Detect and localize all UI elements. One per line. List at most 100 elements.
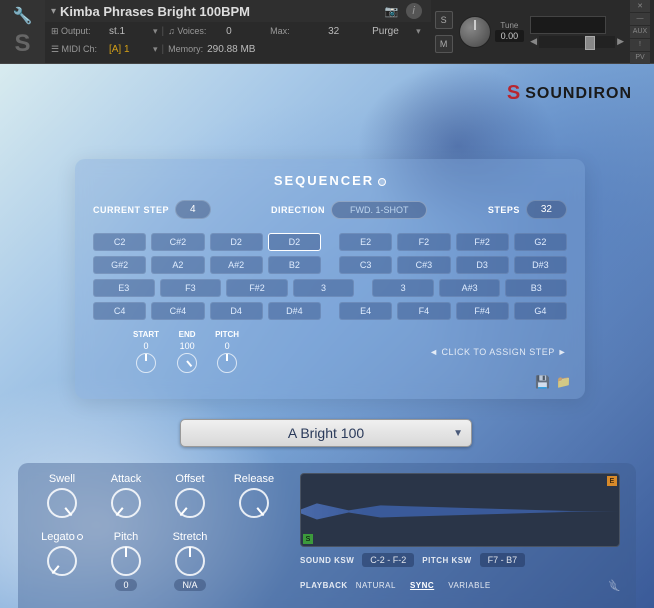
step-cell[interactable]: 3 bbox=[372, 279, 434, 297]
dropdown-arrow-icon[interactable]: ▾ bbox=[153, 44, 158, 55]
perf-pitch-label: Pitch bbox=[114, 531, 138, 543]
perf-pitch-knob[interactable] bbox=[111, 546, 141, 576]
step-cell[interactable]: C2 bbox=[93, 233, 146, 251]
snapshot-camera-icon[interactable]: 📷 bbox=[384, 3, 400, 19]
exclamation-button[interactable]: ! bbox=[630, 39, 650, 51]
step-cell[interactable]: G4 bbox=[514, 302, 567, 320]
waveform-start-marker[interactable]: S bbox=[303, 534, 313, 544]
step-cell[interactable]: B2 bbox=[268, 256, 321, 274]
midi-channel-label: ☰ MIDI Ch: bbox=[51, 44, 105, 55]
waveform-end-marker[interactable]: E bbox=[607, 476, 617, 486]
current-step-label: CURRENT STEP bbox=[93, 205, 169, 215]
max-voices-value[interactable]: 32 bbox=[328, 26, 368, 37]
waveform-display[interactable]: S E bbox=[300, 473, 620, 547]
waveform-shape bbox=[301, 501, 619, 521]
assign-step-hint[interactable]: ◄ CLICK TO ASSIGN STEP ► bbox=[429, 347, 567, 357]
load-preset-icon[interactable]: 📁 bbox=[556, 375, 571, 389]
start-label: START bbox=[133, 330, 159, 339]
swell-knob[interactable] bbox=[47, 488, 77, 518]
sound-ksw-value[interactable]: C-2 - F-2 bbox=[362, 553, 414, 567]
step-cell[interactable]: D2 bbox=[210, 233, 263, 251]
step-cell[interactable]: G#2 bbox=[93, 256, 146, 274]
playback-option-natural[interactable]: NATURAL bbox=[356, 581, 396, 590]
step-grid: C2 C#2 D2 D2 E2 F2 F#2 G2 G#2 A2 A#2 B2 C3 C#3 D3 D#3 E3… bbox=[93, 233, 567, 320]
aux-button[interactable]: AUX bbox=[630, 26, 650, 38]
step-cell[interactable]: D4 bbox=[210, 302, 263, 320]
step-cell[interactable]: A2 bbox=[151, 256, 204, 274]
step-cell[interactable]: A#3 bbox=[439, 279, 501, 297]
step-cell[interactable]: F4 bbox=[397, 302, 450, 320]
purge-label[interactable]: Purge bbox=[372, 26, 412, 37]
end-knob[interactable] bbox=[177, 353, 197, 373]
step-cell[interactable]: F3 bbox=[160, 279, 222, 297]
playback-option-sync[interactable]: SYNC bbox=[410, 581, 434, 590]
quill-icon[interactable]: 𓆰 bbox=[609, 573, 620, 597]
volume-slider[interactable] bbox=[539, 36, 615, 48]
mute-button[interactable]: M bbox=[435, 35, 453, 53]
release-knob[interactable] bbox=[239, 488, 269, 518]
direction-selector[interactable]: FWD. 1-SHOT bbox=[331, 201, 428, 219]
minimize-button[interactable]: — bbox=[630, 13, 650, 25]
step-cell[interactable]: C#4 bbox=[151, 302, 204, 320]
step-cell[interactable]: B3 bbox=[505, 279, 567, 297]
collapse-arrow-icon[interactable]: ▾ bbox=[51, 6, 56, 17]
step-cell[interactable]: A#2 bbox=[210, 256, 263, 274]
preset-dropdown[interactable]: A Bright 100 ▼ bbox=[180, 419, 472, 447]
step-cell[interactable]: F#2 bbox=[226, 279, 288, 297]
step-cell[interactable]: C#2 bbox=[151, 233, 204, 251]
step-cell[interactable]: 3 bbox=[293, 279, 355, 297]
pitch-knob[interactable] bbox=[217, 353, 237, 373]
step-cell[interactable]: C#3 bbox=[397, 256, 450, 274]
step-cell[interactable]: F#2 bbox=[456, 233, 509, 251]
step-cell[interactable]: F#4 bbox=[456, 302, 509, 320]
dropdown-arrow-icon[interactable]: ▾ bbox=[416, 26, 421, 37]
offset-knob[interactable] bbox=[175, 488, 205, 518]
step-cell[interactable]: F2 bbox=[397, 233, 450, 251]
performance-panel: Swell Attack Offset Release Legato Pitch bbox=[18, 463, 636, 608]
end-label: END bbox=[179, 330, 196, 339]
close-button[interactable]: ✕ bbox=[630, 0, 650, 12]
playback-option-variable[interactable]: VARIABLE bbox=[448, 581, 491, 590]
memory-value: 290.88 MB bbox=[207, 44, 255, 55]
solo-button[interactable]: S bbox=[435, 11, 453, 29]
stretch-value: N/A bbox=[174, 579, 205, 591]
step-cell[interactable]: D#3 bbox=[514, 256, 567, 274]
pv-button[interactable]: PV bbox=[630, 52, 650, 64]
tune-knob[interactable] bbox=[459, 16, 491, 48]
steps-value[interactable]: 32 bbox=[526, 200, 567, 219]
pitch-ksw-value[interactable]: F7 - B7 bbox=[480, 553, 526, 567]
direction-label: DIRECTION bbox=[271, 205, 325, 215]
save-preset-icon[interactable]: 💾 bbox=[535, 375, 550, 389]
pitch-value: 0 bbox=[225, 341, 230, 351]
soundiron-brand: S SOUNDIRON bbox=[507, 82, 632, 105]
midi-channel-value[interactable]: [A] 1 bbox=[109, 44, 149, 55]
max-label: Max: bbox=[270, 26, 324, 36]
step-cell[interactable]: D3 bbox=[456, 256, 509, 274]
info-icon[interactable]: i bbox=[406, 3, 422, 19]
pan-left-icon[interactable]: ◀ bbox=[530, 36, 537, 47]
step-cell[interactable]: E4 bbox=[339, 302, 392, 320]
stretch-knob[interactable] bbox=[175, 546, 205, 576]
legato-knob[interactable] bbox=[47, 546, 77, 576]
step-cell[interactable]: D#4 bbox=[268, 302, 321, 320]
tune-value[interactable]: 0.00 bbox=[495, 30, 525, 42]
sequencer-power-icon[interactable] bbox=[378, 178, 386, 186]
step-cell[interactable]: C4 bbox=[93, 302, 146, 320]
attack-knob[interactable] bbox=[111, 488, 141, 518]
step-cell[interactable]: E3 bbox=[93, 279, 155, 297]
step-cell[interactable]: G2 bbox=[514, 233, 567, 251]
brand-logo-icon: S bbox=[507, 82, 521, 105]
step-cell[interactable]: E2 bbox=[339, 233, 392, 251]
memory-label: Memory: bbox=[168, 44, 203, 54]
step-cell[interactable]: C3 bbox=[339, 256, 392, 274]
wrench-icon[interactable]: 🔧 bbox=[13, 6, 33, 26]
legato-toggle-icon[interactable] bbox=[77, 534, 83, 540]
step-cell[interactable]: D2 bbox=[268, 233, 321, 251]
instrument-name: Kimba Phrases Bright 100BPM bbox=[60, 4, 381, 19]
pan-right-icon[interactable]: ▶ bbox=[617, 36, 624, 47]
output-value[interactable]: st.1 bbox=[109, 26, 149, 37]
attack-label: Attack bbox=[111, 473, 142, 485]
start-knob[interactable] bbox=[136, 353, 156, 373]
dropdown-arrow-icon[interactable]: ▾ bbox=[153, 26, 158, 37]
sequencer-title: SEQUENCER bbox=[93, 173, 567, 188]
